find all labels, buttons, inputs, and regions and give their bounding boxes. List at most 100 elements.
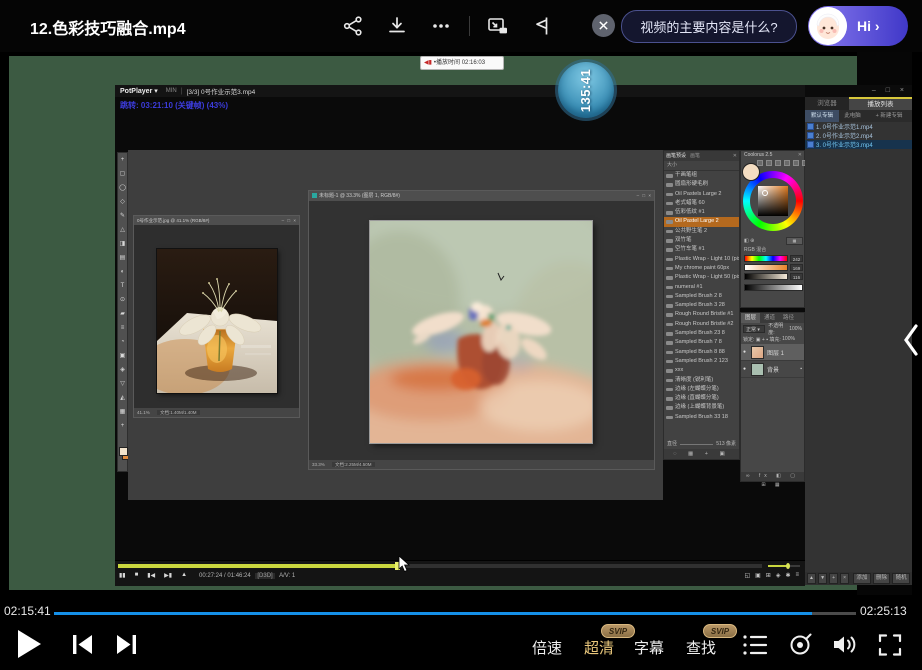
playlist-item-label: 3. 0号作业示范3.mp4 bbox=[816, 140, 873, 149]
tool-icon: ▽ bbox=[118, 377, 127, 391]
transport-icon: ▲ bbox=[181, 572, 187, 579]
playlist-drawer-toggle[interactable] bbox=[901, 320, 922, 360]
tool-icon: ◔ bbox=[118, 335, 127, 349]
video-player-app: 12.色彩技巧融合.mp4 bbox=[0, 0, 922, 670]
layer-lock-icon: ▪ bbox=[800, 366, 802, 372]
tool-icon: T bbox=[118, 279, 127, 293]
brush-list-item: Rough Round Bristle #2 bbox=[664, 320, 739, 329]
tab-brush-presets: 画笔预设 bbox=[666, 151, 686, 161]
video-title: 12.色彩技巧融合.mp4 bbox=[30, 15, 186, 39]
layer-name: 图层 1 bbox=[767, 348, 784, 357]
document-statusbar: 41.1% 文档:1.40M/1.40M bbox=[134, 408, 299, 417]
brush-list-item: Sampled Brush 8 88 bbox=[664, 348, 739, 357]
record-settings-icon[interactable] bbox=[788, 632, 813, 657]
saturation-slider bbox=[744, 264, 788, 271]
potplayer-skin-label: MIN bbox=[166, 88, 177, 94]
seek-preview-tooltip: ◀▮•播放时间 02:16:03 bbox=[420, 56, 504, 70]
diameter-label: 直径 bbox=[667, 439, 677, 449]
brush-list-item: Oil Pastels Large 2 bbox=[664, 190, 739, 199]
brush-list-item: Sampled Brush 2 123 bbox=[664, 357, 739, 366]
tool-icon: ▦ bbox=[118, 405, 127, 419]
tool-icon: ▣ bbox=[118, 349, 127, 363]
photoshop-toolbar: +▢◯◇✎△◨▤◐T⊙▰≡◔▣◈▽◭▦+ bbox=[117, 152, 128, 472]
potplayer-seekbar bbox=[118, 564, 762, 568]
potplayer-time-status: 00:27:24 / 01:46:24 [D3D] A/V: 1 bbox=[199, 573, 295, 579]
brush-list-item: Rough Round Bristle #1 bbox=[664, 310, 739, 319]
lock-row: 锁定: ▣ + ▪ 填充: 100% bbox=[741, 334, 804, 344]
seek-bar[interactable] bbox=[54, 612, 856, 615]
tab-playlist: 播放列表 bbox=[849, 97, 912, 110]
flag-icon[interactable] bbox=[530, 14, 554, 38]
zoom-level: 33.3% bbox=[312, 462, 325, 467]
potplayer-volume-handle bbox=[786, 563, 790, 569]
share-icon[interactable] bbox=[341, 14, 365, 38]
brush-list-item: 伍彩低纹 #1 bbox=[664, 208, 739, 217]
tool-icon: ▢ bbox=[118, 167, 127, 181]
fill-value: 100% bbox=[782, 336, 795, 342]
potplayer-volume-fill bbox=[768, 565, 787, 567]
blend-mode-select: 正常 ▾ bbox=[743, 325, 765, 333]
close-suggestion-icon[interactable] bbox=[592, 14, 615, 37]
playlist-item: 2. 0号作业示范2.mp4 bbox=[805, 131, 912, 140]
potplayer-mini-icon: ⊞ bbox=[766, 572, 771, 579]
potplayer-mini-icon: ✱ bbox=[785, 572, 790, 579]
brush-list-item: Sampled Brush 33 18 bbox=[664, 413, 739, 422]
speed-button[interactable]: 倍速 bbox=[532, 637, 562, 658]
brush-list-item: Sampled Brush 3 28 bbox=[664, 301, 739, 310]
tooltip-text: •播放时间 02:16:03 bbox=[434, 60, 485, 66]
brush-list-item: 边缘 (左蝴蝶分笔) bbox=[664, 385, 739, 394]
play-button[interactable] bbox=[16, 629, 43, 659]
playlist-album-tabs: 默认专辑 此电脑 + 新建专辑 bbox=[805, 110, 912, 122]
brush-list-item: Plastic Wrap - Light 50 (pixels) bbox=[664, 273, 739, 282]
color-picker-marker bbox=[762, 190, 768, 196]
download-icon[interactable] bbox=[385, 14, 409, 38]
next-button[interactable] bbox=[116, 635, 137, 654]
potplayer-mini-icon: ◱ bbox=[744, 572, 750, 579]
playlist-tabs: 浏览器 播放列表 bbox=[805, 97, 912, 110]
layers-panel: 图层 通道 路径 正常 ▾ 不透明度: 100% 锁定: ▣ + ▪ 填充: 1… bbox=[740, 312, 805, 482]
current-time: 02:15:41 bbox=[4, 604, 51, 618]
volume-icon[interactable] bbox=[832, 632, 858, 657]
playlist-delete-button: 删除 bbox=[873, 573, 891, 584]
video-frame[interactable]: PotPlayer ▾ MIN | [3/3] 0号作业示范3.mp4 跳转: … bbox=[0, 52, 922, 595]
brush-list-item: My chrome paint 60px bbox=[664, 264, 739, 273]
potplayer-osd-text: 跳转: 03:21:10 (关键帧) (43%) bbox=[120, 100, 228, 111]
svip-badge-find: SVIP bbox=[703, 624, 737, 638]
lock-icons: 锁定: ▣ + ▪ bbox=[743, 336, 768, 343]
layer-visibility-icon: ● bbox=[743, 366, 751, 372]
brightness-slider bbox=[744, 273, 788, 280]
blue-value: 116 bbox=[790, 273, 803, 280]
playlist-add-button: 添加 bbox=[853, 573, 871, 584]
previous-button[interactable] bbox=[72, 635, 93, 654]
assistant-button[interactable]: Hi › bbox=[808, 6, 908, 46]
potplayer-av-sync: A/V: 1 bbox=[279, 573, 295, 579]
quality-button[interactable]: 超清 bbox=[584, 637, 614, 658]
total-time: 02:25:13 bbox=[860, 604, 907, 618]
layer-row: ● 图层 1 bbox=[741, 344, 804, 361]
player-control-bar: 02:15:41 02:25:13 倍速 SVIP 超清 字幕 SVIP 查找 bbox=[0, 595, 922, 670]
brush-list-item: 老式蜡笔 60 bbox=[664, 199, 739, 208]
tool-icon: ▰ bbox=[118, 307, 127, 321]
brush-list-item: 圆扇形硬毛刷 bbox=[664, 180, 739, 189]
tab-layers: 图层 bbox=[741, 313, 760, 323]
foreground-color-swatch bbox=[119, 447, 128, 456]
potplayer-right-icons: ◱▣⊞◈✱≡ bbox=[744, 572, 799, 579]
document-icon bbox=[312, 193, 317, 198]
picture-in-picture-icon[interactable] bbox=[486, 14, 510, 38]
toolbar-divider bbox=[469, 16, 470, 36]
recorded-mouse-cursor bbox=[398, 556, 410, 573]
layer-thumbnail bbox=[751, 346, 764, 359]
layers-panel-footer-icons: ∞ fx ◧ ▢ ⊞ ▦ bbox=[741, 472, 804, 481]
subtitle-button[interactable]: 字幕 bbox=[634, 637, 664, 658]
red-value: 242 bbox=[790, 255, 803, 262]
potplayer-volume-slider bbox=[768, 565, 800, 567]
playlist-footer-buttons: ▲ ▼ + × 添加 删除 随机 bbox=[805, 572, 912, 585]
color-panel-title: Coolorus 2.5 bbox=[744, 152, 772, 158]
potplayer-titlebar: PotPlayer ▾ MIN | [3/3] 0号作业示范3.mp4 bbox=[115, 85, 805, 97]
ai-question-chip[interactable]: 视频的主要内容是什么? bbox=[621, 10, 797, 43]
fullscreen-icon[interactable] bbox=[878, 633, 902, 657]
find-button[interactable]: 查找 bbox=[686, 637, 716, 658]
document-size-info: 文档:1.40M/1.40M bbox=[157, 410, 200, 415]
more-icon[interactable] bbox=[429, 14, 453, 38]
playlist-icon[interactable] bbox=[742, 633, 768, 657]
